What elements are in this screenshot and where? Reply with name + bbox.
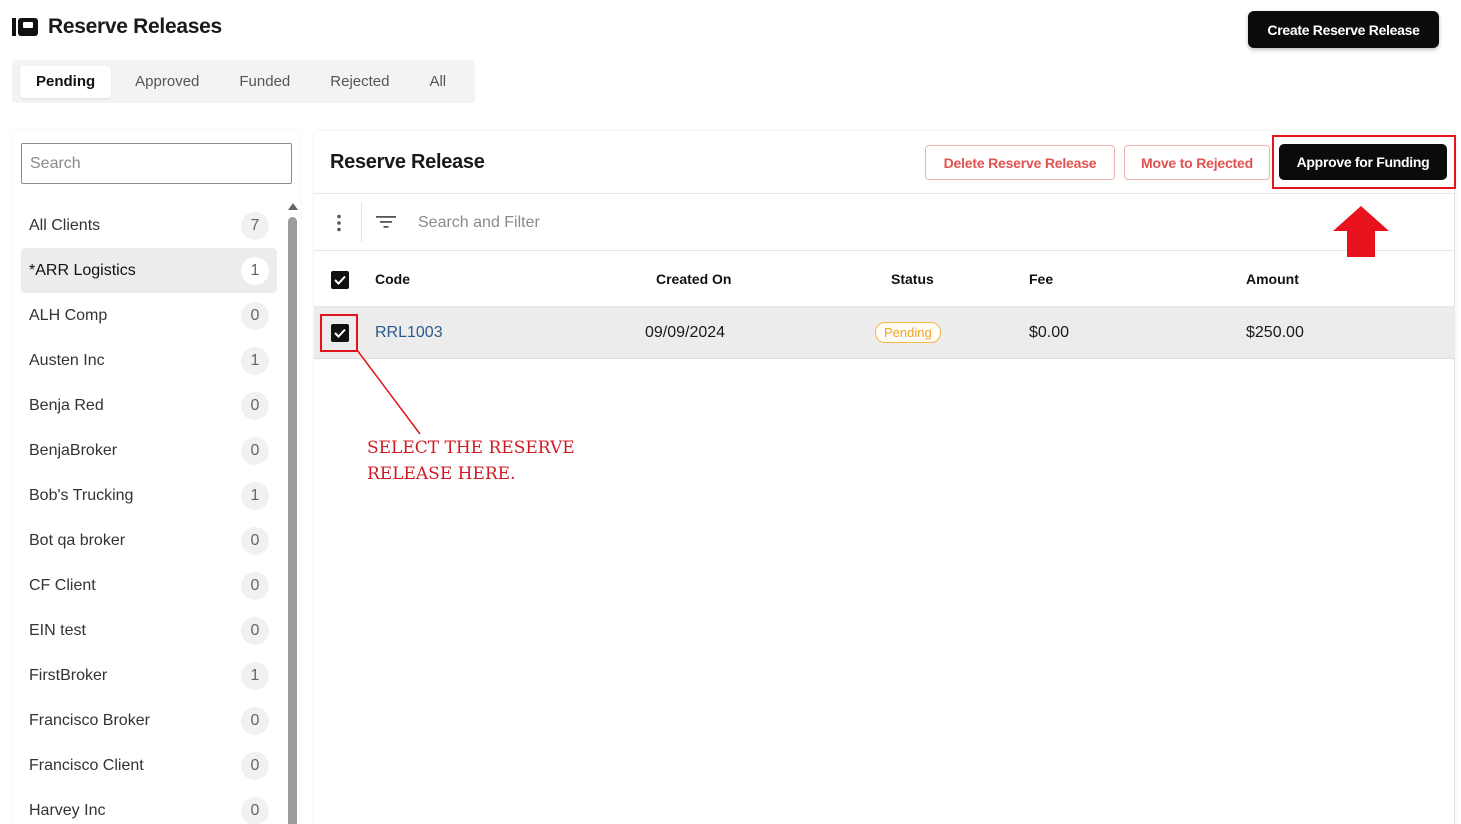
client-item-arr-logistics[interactable]: *ARR Logistics 1	[21, 248, 277, 293]
count-badge: 0	[241, 796, 269, 824]
client-name: All Clients	[29, 216, 101, 234]
checkbox-highlight-box	[320, 314, 358, 352]
count-badge: 1	[241, 481, 269, 510]
count-badge: 0	[241, 751, 269, 780]
column-header-status[interactable]: Status	[891, 251, 934, 306]
client-name: Bob's Trucking	[29, 486, 134, 504]
tab-approved[interactable]: Approved	[119, 66, 215, 98]
move-to-rejected-button[interactable]: Move to Rejected	[1124, 145, 1270, 180]
client-name: Francisco Client	[29, 756, 144, 774]
client-name: Bot qa broker	[29, 531, 126, 549]
create-reserve-release-button[interactable]: Create Reserve Release	[1248, 11, 1439, 48]
tab-funded[interactable]: Funded	[223, 66, 306, 98]
count-badge: 0	[241, 706, 269, 735]
client-name: Harvey Inc	[29, 801, 106, 819]
reserve-release-table: Code Created On Status Fee Amount RRL100…	[314, 250, 1455, 359]
client-item-cf-client[interactable]: CF Client 0	[21, 563, 277, 608]
count-badge: 0	[241, 391, 269, 420]
count-badge: 0	[241, 526, 269, 555]
delete-reserve-release-button[interactable]: Delete Reserve Release	[925, 145, 1115, 180]
client-name: ALH Comp	[29, 306, 108, 324]
column-header-amount[interactable]: Amount	[1246, 251, 1299, 306]
status-badge: Pending	[875, 322, 941, 343]
client-item-bot-qa-broker[interactable]: Bot qa broker 0	[21, 518, 277, 563]
client-item-alh-comp[interactable]: ALH Comp 0	[21, 293, 277, 338]
panel-title: Reserve Release	[330, 151, 485, 173]
count-badge: 0	[241, 616, 269, 645]
count-badge: 0	[241, 301, 269, 330]
count-badge: 1	[241, 661, 269, 690]
row-status-cell: Pending	[875, 307, 941, 358]
status-tabs: Pending Approved Funded Rejected All	[12, 60, 475, 103]
count-badge: 1	[241, 346, 269, 375]
client-name: EIN test	[29, 621, 86, 639]
count-badge: 0	[241, 436, 269, 465]
row-fee: $0.00	[1029, 323, 1070, 341]
client-name: CF Client	[29, 576, 96, 594]
scroll-up-arrow-icon[interactable]	[288, 203, 298, 210]
count-badge: 7	[241, 211, 269, 240]
tab-pending[interactable]: Pending	[20, 65, 112, 98]
table-header-row: Code Created On Status Fee Amount	[314, 251, 1455, 307]
reserve-logo-icon	[12, 18, 38, 36]
client-item-benja-red[interactable]: Benja Red 0	[21, 383, 277, 428]
filter-icon[interactable]	[376, 215, 396, 229]
count-badge: 1	[241, 256, 269, 285]
client-name: Benja Red	[29, 396, 104, 414]
client-item-firstbroker[interactable]: FirstBroker 1	[21, 653, 277, 698]
client-item-bobs-trucking[interactable]: Bob's Trucking 1	[21, 473, 277, 518]
client-item-francisco-client[interactable]: Francisco Client 0	[21, 743, 277, 788]
tab-rejected[interactable]: Rejected	[314, 66, 405, 98]
row-amount: $250.00	[1246, 323, 1304, 341]
client-name: BenjaBroker	[29, 441, 118, 459]
kebab-menu-icon[interactable]	[334, 214, 344, 232]
column-header-fee[interactable]: Fee	[1029, 251, 1053, 306]
client-name: Francisco Broker	[29, 711, 150, 729]
client-item-austen-inc[interactable]: Austen Inc 1	[21, 338, 277, 383]
search-and-filter-input[interactable]	[418, 208, 918, 238]
table-toolbar	[314, 194, 1455, 250]
client-list: All Clients 7 *ARR Logistics 1 ALH Comp 0 A…	[21, 203, 277, 824]
client-item-harvey-inc[interactable]: Harvey Inc 0	[21, 788, 277, 824]
client-item-francisco-broker[interactable]: Francisco Broker 0	[21, 698, 277, 743]
check-icon	[334, 275, 346, 285]
client-name: *ARR Logistics	[29, 261, 136, 279]
client-item-ein-test[interactable]: EIN test 0	[21, 608, 277, 653]
row-code-link[interactable]: RRL1003	[375, 307, 443, 358]
client-list-scrollbar[interactable]	[288, 217, 297, 824]
column-header-code[interactable]: Code	[375, 251, 410, 306]
client-item-all-clients[interactable]: All Clients 7	[21, 203, 277, 248]
client-item-benjabroker[interactable]: BenjaBroker 0	[21, 428, 277, 473]
client-sidebar: All Clients 7 *ARR Logistics 1 ALH Comp 0 A…	[12, 131, 300, 824]
table-row[interactable]: RRL1003 09/09/2024 Pending $0.00 $250.00	[314, 307, 1455, 359]
toolbar-divider	[361, 202, 362, 242]
column-header-created-on[interactable]: Created On	[656, 251, 731, 306]
annotation-instruction-text: SELECT THE RESERVE RELEASE HERE.	[367, 438, 575, 484]
select-all-checkbox[interactable]	[331, 271, 349, 289]
client-name: FirstBroker	[29, 666, 108, 684]
client-name: Austen Inc	[29, 351, 105, 369]
count-badge: 0	[241, 571, 269, 600]
row-created-on: 09/09/2024	[645, 323, 726, 341]
tab-all[interactable]: All	[413, 66, 462, 98]
page-title: Reserve Releases	[48, 15, 222, 38]
client-search-input[interactable]	[21, 143, 292, 184]
approve-button-highlight-box	[1272, 135, 1456, 189]
